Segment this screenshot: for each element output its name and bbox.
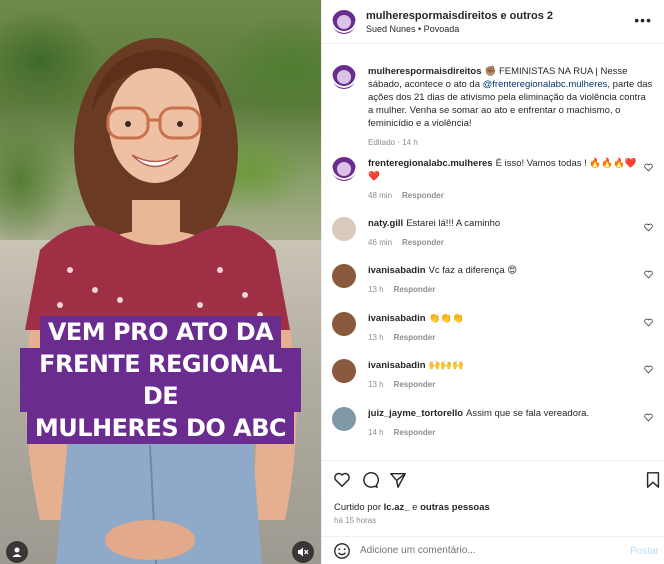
comment-text: Estarei lá!!! A caminho [406,218,501,229]
like-icon[interactable] [333,471,351,489]
action-bar: Curtido por lc.az_ e outras pessoas há 1… [322,460,664,530]
like-comment-icon[interactable] [644,163,653,172]
like-comment-icon[interactable] [644,318,653,327]
liked-others[interactable]: outras pessoas [420,502,490,513]
like-comment-icon[interactable] [644,413,653,422]
comment-username[interactable]: ivanisabadin [368,313,426,324]
reply-button[interactable]: Responder [394,428,436,437]
list-item: ivanisabadin Vc faz a diferença 😍 13 h Res… [332,264,657,296]
user-icon [12,547,22,557]
caption: mulherespormaisdireitos ✊🏽 FEMINISTAS NA … [332,65,657,149]
comment-time: 46 min [368,238,393,247]
photo-woman [25,38,297,564]
audio-track[interactable]: Sued Nunes • Povoada [366,24,553,34]
caption-avatar[interactable] [332,65,356,89]
comment-time: 13 h [368,333,384,342]
reply-button[interactable]: Responder [402,238,444,247]
reply-button[interactable]: Responder [402,191,444,200]
avatar[interactable] [332,312,356,336]
likes-conj: e [409,502,421,513]
list-item: ivanisabadin 👏👏👏 13 h Responder [332,312,657,344]
more-options-icon[interactable]: ••• [634,12,652,28]
comment-input[interactable] [360,545,600,556]
save-icon[interactable] [644,471,662,489]
banner-line-1: VEM PRO ATO DA [39,316,282,348]
reply-button[interactable]: Responder [394,333,436,342]
emoji-icon[interactable] [333,542,351,560]
list-item: ivanisabadin 🙌🙌🙌 13 h Responder [332,359,657,391]
comment-username[interactable]: ivanisabadin [368,265,426,276]
avatar[interactable] [332,407,356,431]
list-item: frenteregionalabc.mulheres É isso! Vamos … [332,157,657,202]
post-header: mulherespormaisdireitos e outros 2 Sued … [322,0,664,44]
like-comment-icon[interactable] [644,365,653,374]
comment-time: 13 h [368,285,384,294]
comment-icon[interactable] [361,471,379,489]
reply-button[interactable]: Responder [394,285,436,294]
post-media[interactable]: VEM PRO ATO DA FRENTE REGIONAL DE MULHER… [0,0,321,564]
liked-user[interactable]: lc.az_ [384,502,410,513]
comment-text: 👏👏👏 [428,313,465,324]
banner: VEM PRO ATO DA FRENTE REGIONAL DE MULHER… [20,316,301,444]
comment-composer: Postar [322,536,664,564]
comment-username[interactable]: juiz_jayme_tortorello [368,408,463,419]
avatar[interactable] [332,359,356,383]
avatar[interactable] [332,157,356,181]
like-comment-icon[interactable] [644,270,653,279]
comment-username[interactable]: naty.gill [368,218,403,229]
author-avatar[interactable] [332,9,356,34]
likes-summary: Curtido por lc.az_ e outras pessoas [334,502,490,513]
post-panel: mulherespormaisdireitos e outros 2 Sued … [321,0,664,564]
avatar[interactable] [332,264,356,288]
share-icon[interactable] [389,471,407,489]
avatar[interactable] [332,217,356,241]
comment-text: 🙌🙌🙌 [428,360,465,371]
speaker-muted-icon [298,547,309,557]
reply-button[interactable]: Responder [394,380,436,389]
comment-username[interactable]: ivanisabadin [368,360,426,371]
like-comment-icon[interactable] [644,223,653,232]
comment-text: Vc faz a diferença 😍 [428,265,518,276]
comment-text: Assim que se fala vereadora. [466,408,590,419]
comment-time: 13 h [368,380,384,389]
banner-line-2: FRENTE REGIONAL DE [20,348,301,412]
comment-username[interactable]: frenteregionalabc.mulheres [368,158,493,169]
post-time: há 15 horas [334,516,377,525]
mute-button[interactable] [292,541,314,563]
caption-username[interactable]: mulherespormaisdireitos [368,66,482,77]
list-item: juiz_jayme_tortorello Assim que se fala v… [332,407,657,439]
comment-time: 48 min [368,191,393,200]
comment-time: 14 h [368,428,384,437]
post-button[interactable]: Postar [630,546,659,557]
caption-meta: Editado · 14 h [368,138,418,147]
caption-mention[interactable]: @frenteregionalabc.mulheres [483,79,608,90]
banner-line-3: MULHERES DO ABC [26,412,295,444]
likes-prefix: Curtido por [334,502,384,513]
post-authors[interactable]: mulherespormaisdireitos e outros 2 [366,10,553,22]
comments-list[interactable]: mulherespormaisdireitos ✊🏽 FEMINISTAS NA … [322,45,664,460]
list-item: naty.gill Estarei lá!!! A caminho 46 min R… [332,217,657,249]
tagged-user-button[interactable] [6,541,28,563]
